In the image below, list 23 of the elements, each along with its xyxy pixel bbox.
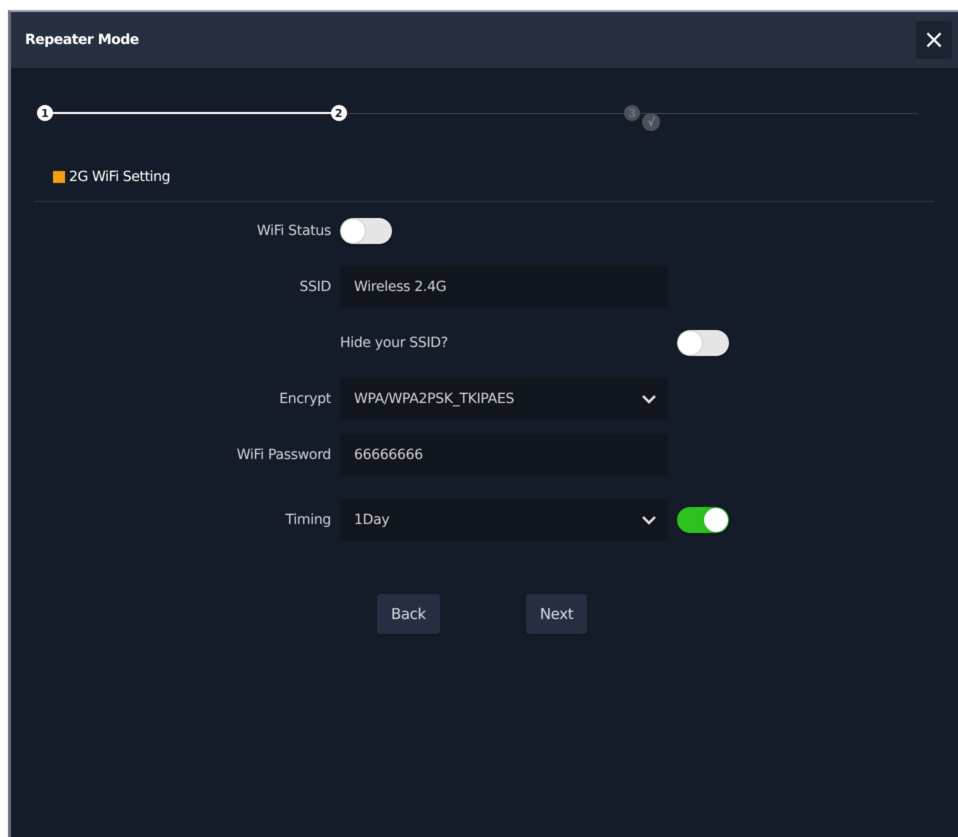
select-field[interactable]: 1Day bbox=[340, 499, 668, 541]
nav-button[interactable]: Back bbox=[377, 594, 440, 634]
check-badge: √ bbox=[642, 113, 660, 131]
input-field[interactable]: Wireless 2.4G bbox=[340, 266, 668, 308]
input-field[interactable]: 66666666 bbox=[340, 434, 668, 476]
chevron-down-icon bbox=[642, 516, 656, 524]
toggle-switch[interactable] bbox=[677, 330, 729, 356]
option-label: Hide your SSID? bbox=[340, 335, 449, 351]
toggle-switch[interactable] bbox=[677, 507, 729, 533]
dialog-title: Repeater Mode bbox=[25, 32, 139, 48]
field-label: Encrypt bbox=[278, 391, 331, 407]
field-label: SSID bbox=[298, 279, 331, 295]
section-title: 2G WiFi Setting bbox=[69, 169, 170, 185]
field-label: WiFi Status bbox=[256, 223, 331, 239]
toggle-switch[interactable] bbox=[340, 218, 392, 244]
select-field[interactable]: WPA/WPA2PSK_TKIPAES bbox=[340, 378, 668, 420]
step-circle: 2 bbox=[330, 105, 347, 121]
step-circle: 1 bbox=[37, 105, 53, 121]
nav-button[interactable]: Next bbox=[526, 594, 588, 634]
field-label: WiFi Password bbox=[236, 447, 331, 463]
field-label: Timing bbox=[284, 512, 331, 528]
close-button[interactable]: × bbox=[916, 21, 952, 59]
chevron-down-icon bbox=[642, 394, 656, 404]
